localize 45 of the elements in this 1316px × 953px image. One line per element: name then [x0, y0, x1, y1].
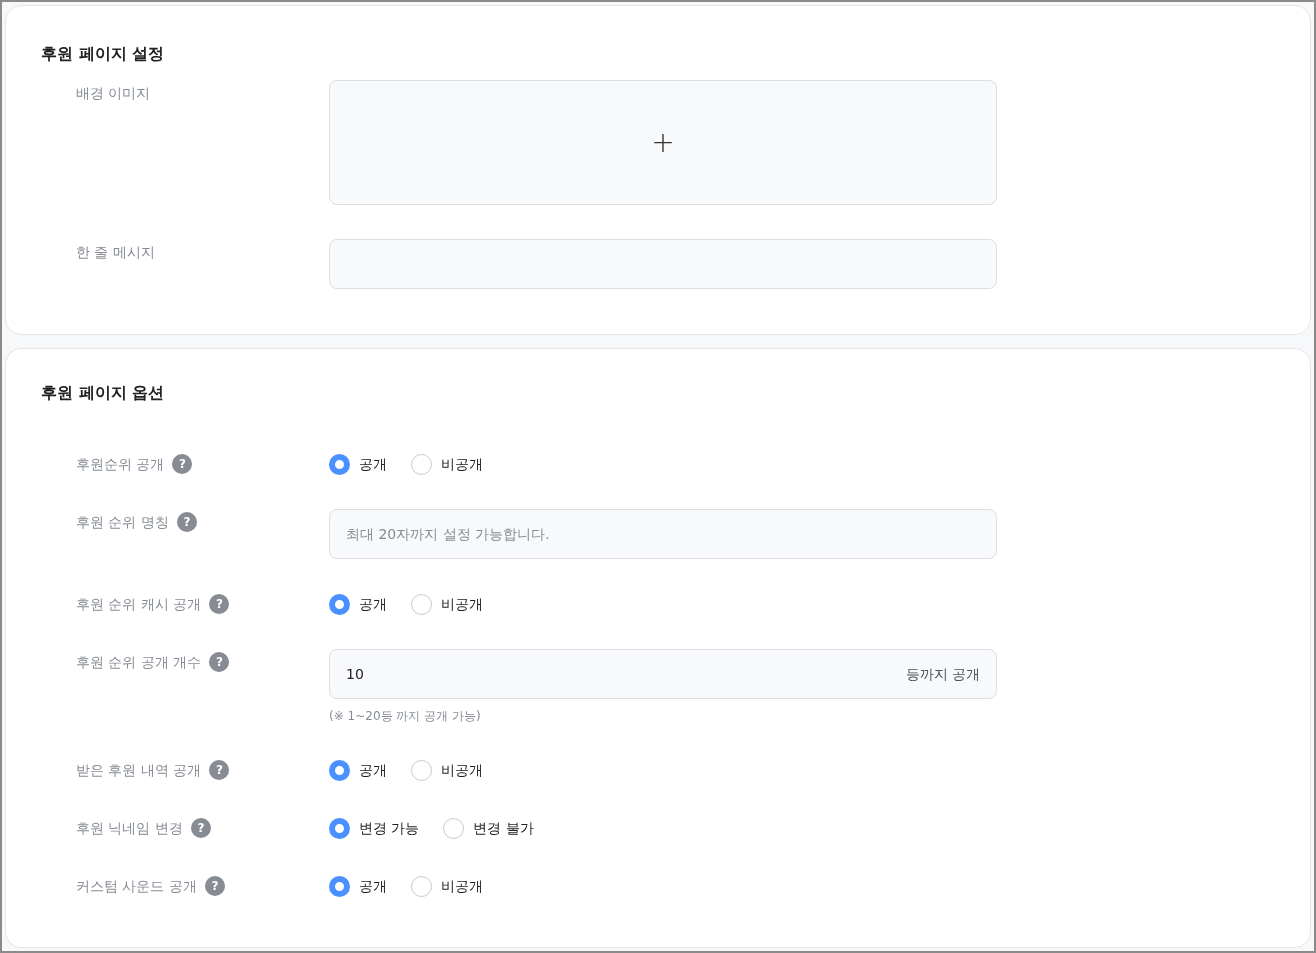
radio-label: 공개: [359, 594, 387, 614]
radio-button[interactable]: [329, 817, 350, 839]
field-value: 10: [346, 664, 364, 684]
section-title: 후원 페이지 설정: [41, 43, 166, 65]
radio-label: 비공개: [441, 454, 483, 474]
field-hint: (※ 1~20등 까지 공개 가능): [329, 708, 482, 725]
field-label: 받은 후원 내역 공개: [76, 760, 202, 780]
radio-button[interactable]: [329, 759, 350, 781]
radio-button[interactable]: [411, 453, 432, 475]
text-field[interactable]: 최대 20자까지 설정 가능합니다.: [329, 509, 997, 559]
radio-label: 변경 불가: [473, 818, 534, 838]
radio-button[interactable]: [329, 875, 350, 897]
radio-button[interactable]: [411, 759, 432, 781]
radio-label: 공개: [359, 454, 387, 474]
field-label: 한 줄 메시지: [76, 242, 155, 262]
field-label: 커스텀 사운드 공개: [76, 876, 197, 896]
radio-button[interactable]: [443, 817, 465, 839]
radio-label: 비공개: [441, 594, 483, 614]
radio-label: 비공개: [441, 760, 483, 780]
radio-button[interactable]: [329, 593, 350, 615]
help-icon[interactable]: ?: [190, 818, 211, 838]
number-field[interactable]: 10 등까지 공개: [329, 649, 997, 699]
help-icon[interactable]: ?: [209, 594, 230, 614]
text-field[interactable]: [329, 239, 997, 289]
field-label: 후원 닉네임 변경: [76, 818, 183, 838]
help-icon[interactable]: ?: [209, 760, 230, 780]
radio-label: 변경 가능: [359, 818, 420, 838]
field-label: 후원 순위 캐시 공개: [76, 594, 202, 614]
help-icon[interactable]: ?: [204, 876, 225, 896]
radio-button[interactable]: [411, 875, 432, 897]
field-label: 후원 순위 명칭: [76, 512, 169, 532]
image-upload-area[interactable]: +: [329, 80, 997, 205]
section-title: 후원 페이지 옵션: [41, 382, 166, 404]
field-label: 배경 이미지: [76, 83, 151, 103]
field-suffix: 등까지 공개: [905, 664, 980, 684]
radio-button[interactable]: [329, 453, 350, 475]
help-icon[interactable]: ?: [176, 512, 197, 532]
radio-label: 비공개: [441, 876, 483, 896]
radio-label: 공개: [359, 876, 387, 896]
field-label: 후원순위 공개: [76, 454, 165, 474]
radio-label: 공개: [359, 760, 387, 780]
help-icon[interactable]: ?: [172, 454, 193, 474]
field-label: 후원 순위 공개 개수: [76, 652, 202, 672]
help-icon[interactable]: ?: [209, 652, 230, 672]
radio-button[interactable]: [411, 593, 432, 615]
